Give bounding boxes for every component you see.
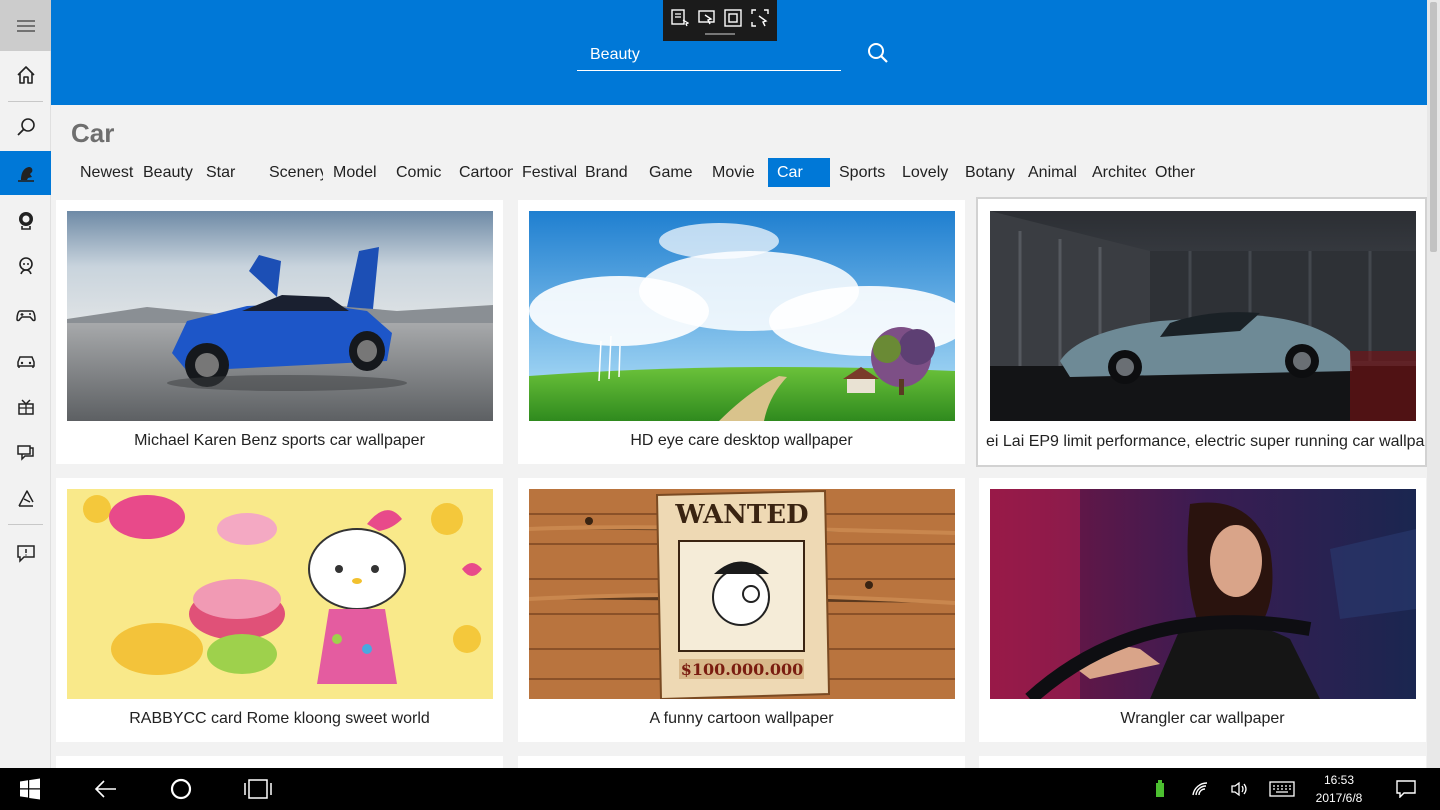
page-title: Car <box>71 118 115 148</box>
woman-driving-image <box>990 489 1416 699</box>
capture-select-icon[interactable] <box>697 8 717 28</box>
wallpaper-caption: Michael Karen Benz sports car wallpaper <box>134 432 425 449</box>
wallpaper-caption: A funny cartoon wallpaper <box>649 710 834 727</box>
capture-region-icon[interactable] <box>750 8 770 28</box>
tab-newest[interactable]: Newest <box>71 158 134 187</box>
clock-time: 16:53 <box>1323 773 1355 787</box>
wanted-poster-image: WANTED $100.000.000 <box>529 489 955 699</box>
game-controller-icon <box>15 310 36 322</box>
windows-logo-icon <box>20 778 40 800</box>
cortana-circle-icon <box>170 778 192 800</box>
hamburger-menu-icon[interactable] <box>0 0 51 51</box>
sidebar-item-lovely[interactable] <box>0 244 51 288</box>
volume-icon[interactable] <box>1228 768 1252 810</box>
sidebar-item-botany[interactable] <box>0 476 51 520</box>
system-clock[interactable]: 16:53 2017/6/8 <box>1306 771 1372 807</box>
sidebar-item-star[interactable] <box>0 198 51 242</box>
tab-star[interactable]: Star <box>197 158 260 187</box>
category-tabs: Newest Beauty Star Scenery Model Comic C… <box>71 158 1421 187</box>
tab-scenery[interactable]: Scenery <box>260 158 323 187</box>
wallpaper-card[interactable]: WANTED $100.000.000 A funny cartoon wall… <box>518 478 965 742</box>
tab-brand[interactable]: Brand <box>576 158 639 187</box>
gift-icon <box>17 399 34 415</box>
tab-cartoon[interactable]: Cartoon <box>450 158 513 187</box>
windows-taskbar: 16:53 2017/6/8 <box>0 768 1440 810</box>
clock-date: 2017/6/8 <box>1315 791 1363 805</box>
sidebar-item-car[interactable] <box>0 338 51 382</box>
lovely-category-icon <box>18 257 33 275</box>
car-icon <box>16 356 35 368</box>
screen-capture-toolbar <box>663 0 777 41</box>
wallpaper-card[interactable] <box>518 756 965 768</box>
sidebar-item-gift[interactable] <box>0 384 51 428</box>
wallpaper-card[interactable]: Wrangler car wallpaper <box>979 478 1426 742</box>
svg-text:$100.000.000: $100.000.000 <box>681 660 803 679</box>
capture-new-icon[interactable] <box>670 8 690 28</box>
tab-other[interactable]: Other <box>1146 158 1209 187</box>
search-input[interactable] <box>577 39 841 71</box>
star-category-icon <box>18 212 33 230</box>
wallpaper-card[interactable]: ei Lai EP9 limit performance, electric s… <box>976 197 1427 467</box>
start-button[interactable] <box>8 768 52 810</box>
wallpaper-caption: HD eye care desktop wallpaper <box>630 432 853 449</box>
scrollbar-thumb[interactable] <box>1430 2 1437 252</box>
vertical-scrollbar[interactable] <box>1427 0 1440 768</box>
toolbar-grip[interactable] <box>705 33 735 35</box>
sidebar-item-feedback[interactable] <box>0 531 51 575</box>
sidebar-item-search[interactable] <box>0 105 51 149</box>
wallpaper-card[interactable]: RABBYCC card Rome kloong sweet world <box>56 478 503 742</box>
search-button[interactable] <box>863 38 893 68</box>
comic-icon <box>16 445 34 461</box>
sidebar-item-beauty[interactable] <box>0 151 51 195</box>
sidebar-divider <box>8 524 43 525</box>
tab-botany[interactable]: Botany <box>956 158 1019 187</box>
tab-animal[interactable]: Animal <box>1019 158 1082 187</box>
svg-text:WANTED: WANTED <box>674 500 808 530</box>
feedback-icon <box>16 545 35 563</box>
wallpaper-caption: RABBYCC card Rome kloong sweet world <box>129 710 430 727</box>
sidebar-item-home[interactable] <box>0 53 51 97</box>
wallpaper-card[interactable]: HD eye care desktop wallpaper <box>518 200 965 464</box>
search-icon <box>868 43 888 63</box>
wallpaper-card[interactable] <box>979 756 1426 768</box>
botany-icon <box>17 490 34 507</box>
sidebar-divider <box>8 101 43 102</box>
capture-window-icon[interactable] <box>723 8 743 28</box>
tab-sports[interactable]: Sports <box>830 158 893 187</box>
home-icon <box>16 66 35 84</box>
beauty-category-icon <box>17 167 34 182</box>
wallpaper-app: Car Newest Beauty Star Scenery Model Com… <box>0 0 1440 768</box>
green-meadow-sky-image <box>529 211 955 421</box>
header-bar <box>51 0 1427 105</box>
wallpaper-card[interactable] <box>56 756 503 768</box>
hello-kitty-macarons-image <box>67 489 493 699</box>
supercar-garage-image <box>990 211 1416 421</box>
blue-sports-car-image <box>67 211 493 421</box>
task-view-button[interactable] <box>236 768 280 810</box>
search-icon <box>16 118 35 136</box>
back-button[interactable] <box>84 768 128 810</box>
tab-architecture[interactable]: Architec <box>1083 158 1146 187</box>
cortana-button[interactable] <box>159 768 203 810</box>
task-view-icon <box>244 779 272 799</box>
sidebar-item-game[interactable] <box>0 292 51 336</box>
back-arrow-icon <box>94 780 116 798</box>
tab-beauty[interactable]: Beauty <box>134 158 197 187</box>
wallpaper-card[interactable]: Michael Karen Benz sports car wallpaper <box>56 200 503 464</box>
sidebar-item-comic[interactable] <box>0 430 51 474</box>
tab-lovely[interactable]: Lovely <box>893 158 956 187</box>
wallpaper-caption: Wrangler car wallpaper <box>1120 710 1285 727</box>
touch-keyboard-icon[interactable] <box>1266 768 1298 810</box>
sidebar <box>0 0 51 768</box>
tab-festival[interactable]: Festival <box>513 158 576 187</box>
wifi-icon[interactable] <box>1188 768 1212 810</box>
tab-game[interactable]: Game <box>640 158 703 187</box>
wallpaper-caption: ei Lai EP9 limit performance, electric s… <box>986 433 1425 450</box>
tab-model[interactable]: Model <box>324 158 387 187</box>
tab-comic[interactable]: Comic <box>387 158 450 187</box>
action-center-icon[interactable] <box>1390 768 1422 810</box>
tab-car[interactable]: Car <box>768 158 830 187</box>
tab-movie[interactable]: Movie <box>703 158 766 187</box>
battery-icon[interactable] <box>1148 768 1172 810</box>
